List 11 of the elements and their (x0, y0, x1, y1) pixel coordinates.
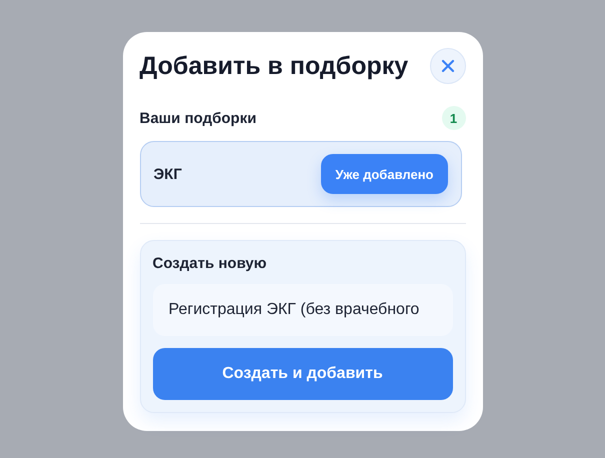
already-added-button[interactable]: Уже добавлено (321, 154, 448, 194)
create-and-add-button[interactable]: Создать и добавить (152, 348, 452, 400)
close-button[interactable] (430, 48, 466, 84)
section-label: Создать новую (152, 255, 268, 272)
name-input-field[interactable]: Регистрация ЭКГ (без врачебного (152, 284, 452, 336)
dialog-title: Добавить в подборку (140, 52, 408, 80)
count-badge: 1 (442, 106, 466, 130)
collection-card[interactable]: ЭКГ Уже добавлено (140, 141, 462, 207)
close-icon (440, 59, 454, 73)
section-label: Ваши подборки (140, 110, 256, 126)
collection-name: ЭКГ (154, 166, 182, 182)
